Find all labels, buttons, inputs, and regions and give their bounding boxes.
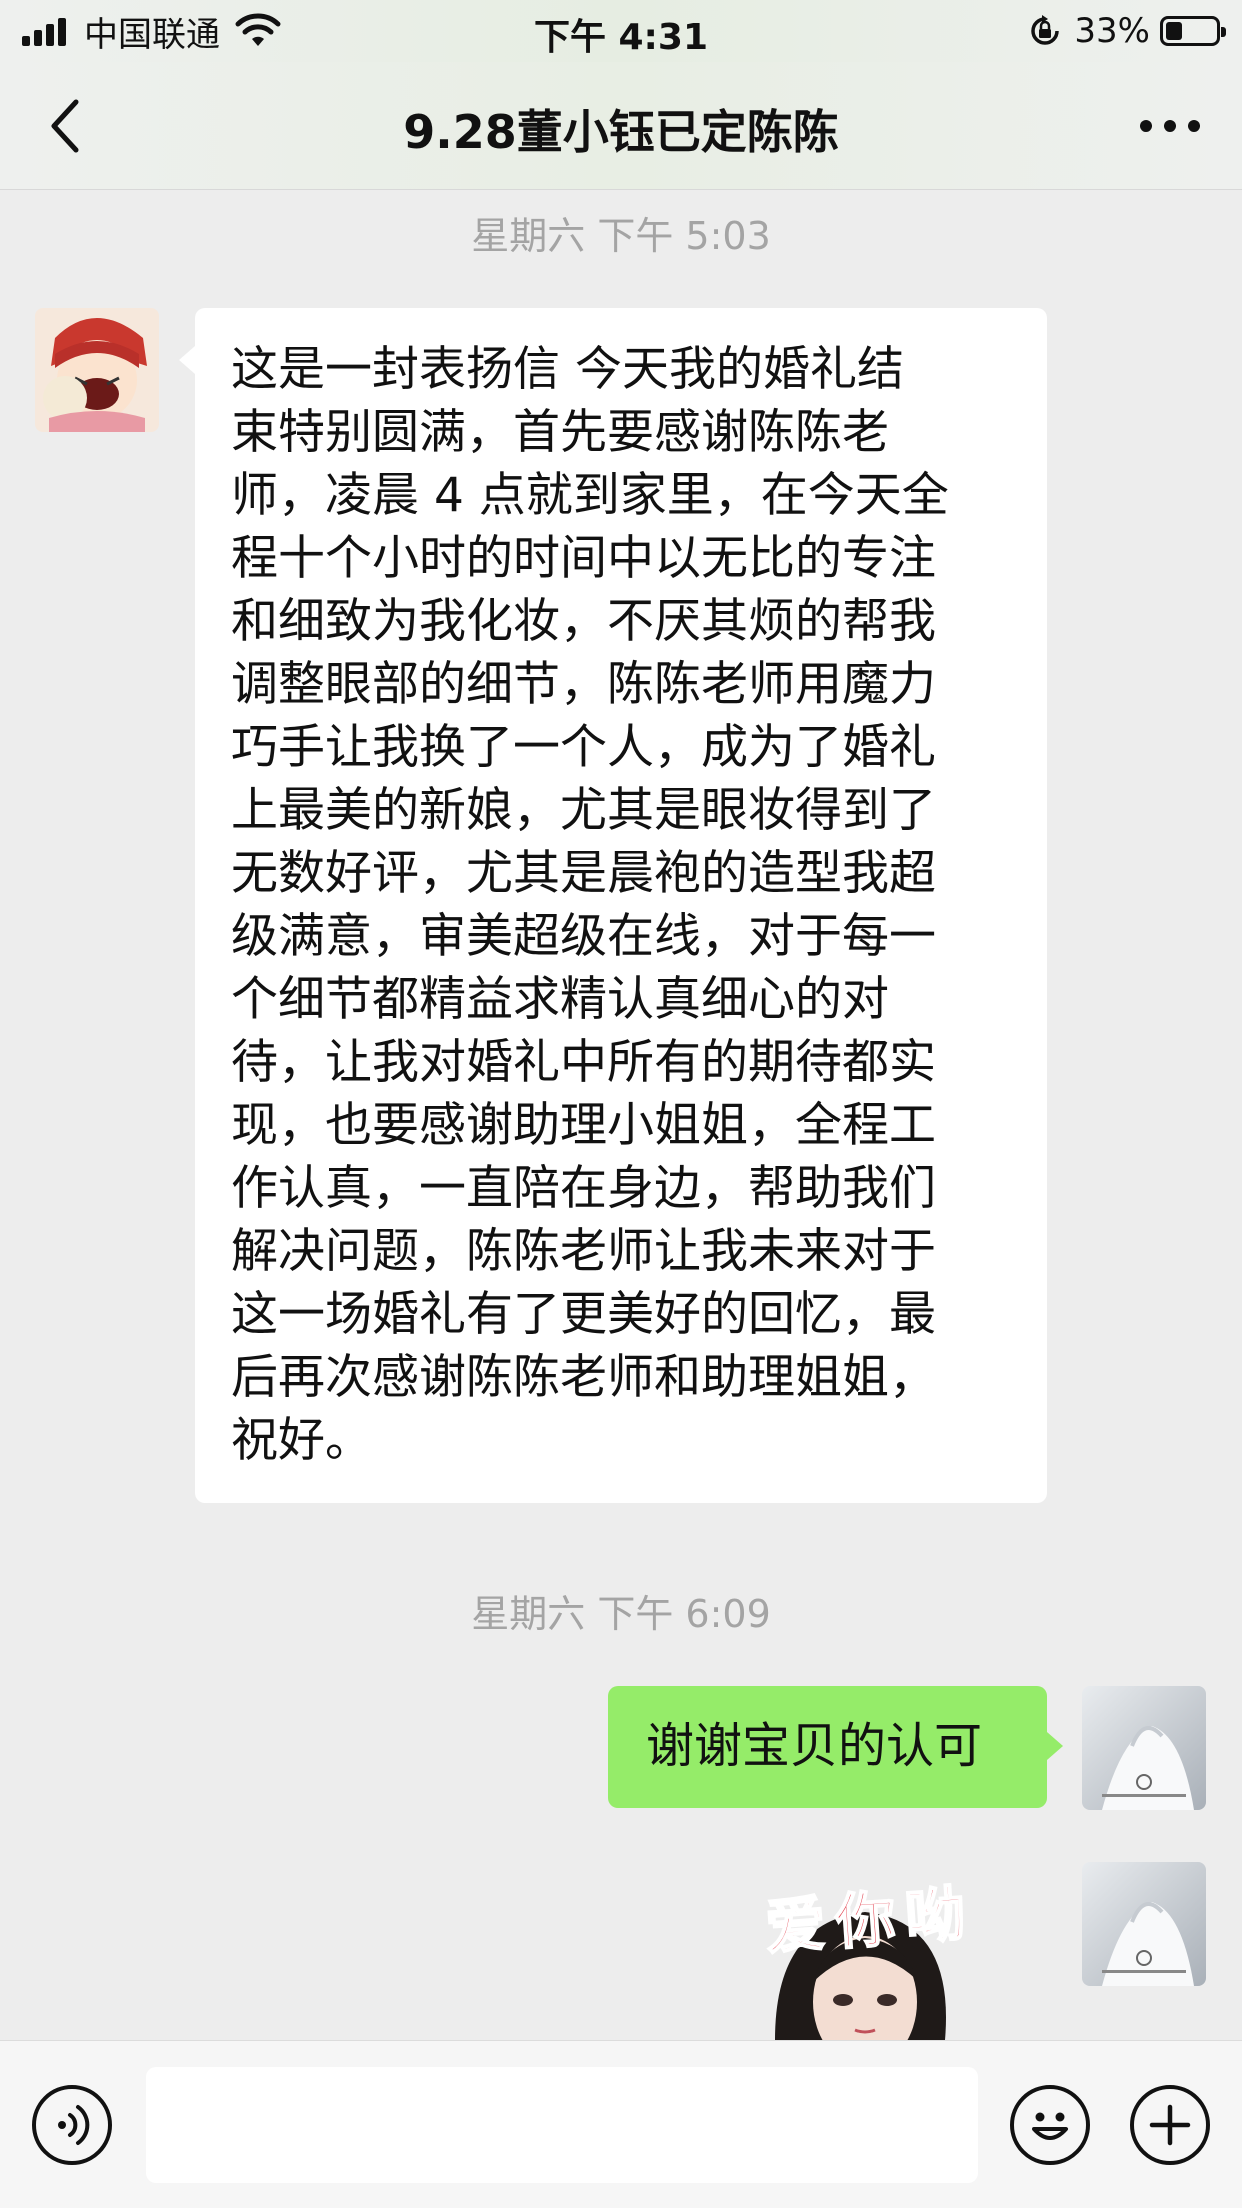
input-bar <box>0 2040 1242 2208</box>
contact-avatar[interactable] <box>35 308 159 432</box>
voice-icon-glyph <box>58 2105 90 2145</box>
plus-icon-glyph <box>1149 2104 1191 2146</box>
self-avatar-image <box>1082 1686 1206 1810</box>
chat-screen: 中国联通 下午 4:31 33% 9.28董小钰已定陈陈 星期六 下午 5:03… <box>0 0 1242 2208</box>
message-input[interactable] <box>146 2067 978 2183</box>
timestamp: 星期六 下午 5:03 <box>471 214 771 258</box>
self-avatar[interactable] <box>1082 1686 1206 1810</box>
timestamp: 星期六 下午 6:09 <box>471 1592 771 1636</box>
nav-bar: 9.28董小钰已定陈陈 <box>0 62 1242 190</box>
battery-fill <box>1166 22 1182 40</box>
incoming-message-text: 这是一封表扬信 今天我的婚礼结 束特别圆满，首先要感谢陈陈老 师，凌晨 4 点就… <box>231 342 949 1468</box>
outgoing-message-text: 谢谢宝贝的认可 <box>646 1718 983 1774</box>
incoming-message[interactable]: 这是一封表扬信 今天我的婚礼结 束特别圆满，首先要感谢陈陈老 师，凌晨 4 点就… <box>179 308 1047 1503</box>
status-right: 33% <box>1028 10 1226 52</box>
self-avatar-image <box>1082 1862 1206 1986</box>
self-avatar[interactable] <box>1082 1862 1206 1986</box>
battery-percent: 33% <box>1074 11 1150 51</box>
voice-icon[interactable] <box>32 2085 112 2165</box>
emoji-icon-glyph <box>1032 2112 1068 2140</box>
status-bar: 中国联通 下午 4:31 33% <box>0 0 1242 62</box>
chevron-left-icon[interactable] <box>42 96 92 156</box>
battery-icon <box>1160 16 1226 46</box>
contact-avatar-image <box>35 308 159 432</box>
plus-icon[interactable] <box>1130 2085 1210 2165</box>
outgoing-message[interactable]: 谢谢宝贝的认可 <box>608 1686 1063 1808</box>
emoji-icon[interactable] <box>1010 2085 1090 2165</box>
more-dots-icon[interactable] <box>1140 120 1200 134</box>
rotation-lock-icon <box>1031 15 1060 45</box>
sticker-message[interactable]: 爱你呦 <box>715 1862 1025 2040</box>
chat-title: 9.28董小钰已定陈陈 <box>403 105 839 159</box>
